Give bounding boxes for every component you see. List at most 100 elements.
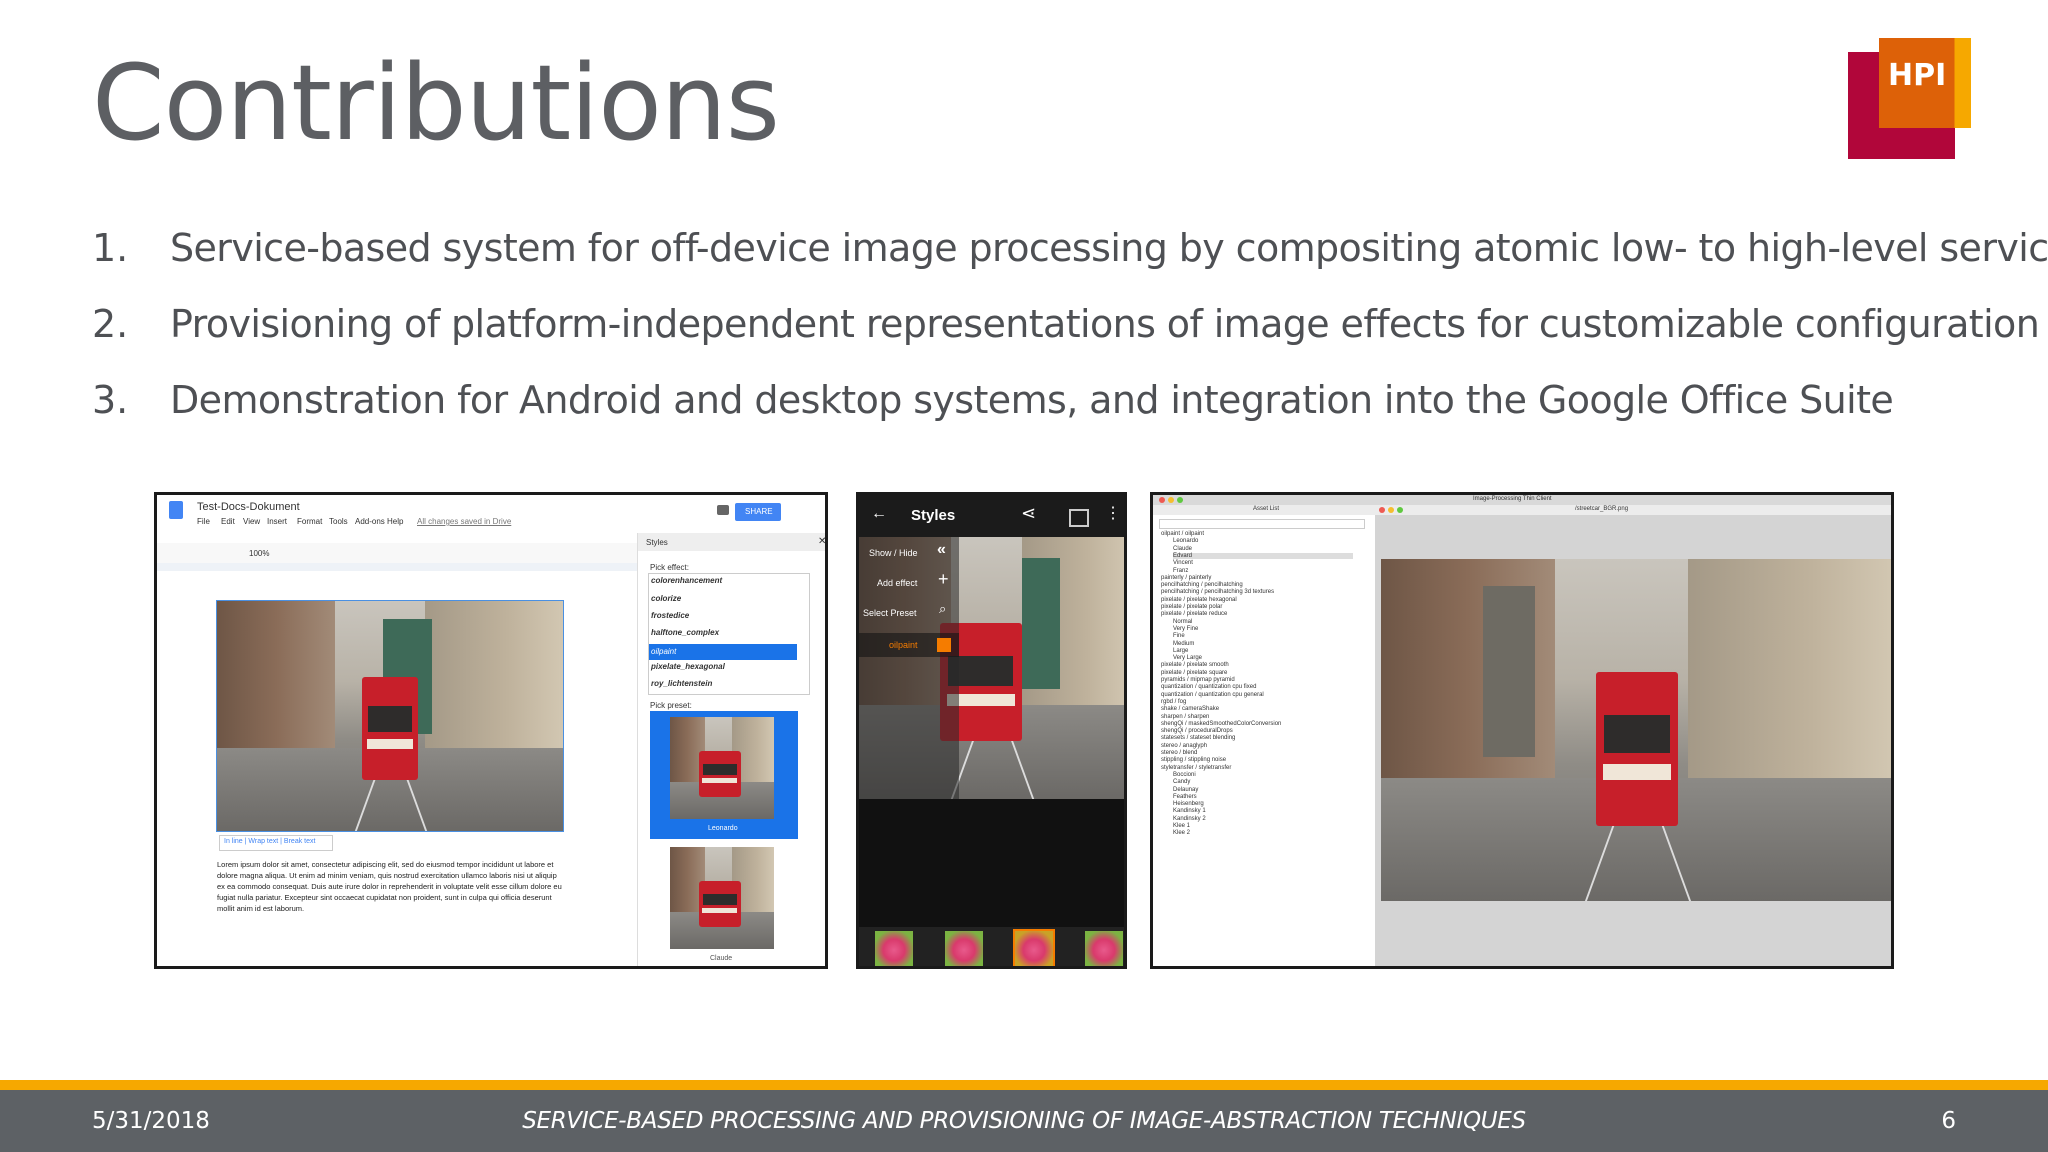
inserted-image[interactable] <box>216 600 564 832</box>
tree-group-item[interactable]: pixelate / pixelate square <box>1161 670 1227 676</box>
docs-icon <box>169 501 183 519</box>
tree-group-item[interactable]: pencilhatching / pencilhatching <box>1161 582 1243 588</box>
menu-view[interactable]: View <box>243 517 260 526</box>
tree-child-item[interactable]: Fine <box>1173 633 1185 639</box>
tree-child-item[interactable]: Vincent <box>1173 560 1193 566</box>
tree-group-item[interactable]: pixelate / pixelate hexagonal <box>1161 597 1237 603</box>
zoom-dot[interactable] <box>1397 507 1403 513</box>
desktop-titlebar: Image-Processing Thin Client <box>1153 495 1891 505</box>
comments-icon[interactable] <box>717 505 729 515</box>
tree-child-item[interactable]: Large <box>1173 648 1188 654</box>
hpi-logo: HPI <box>1848 38 1971 159</box>
close-dot[interactable] <box>1379 507 1385 513</box>
footer-accent-band <box>0 1080 2048 1090</box>
tree-child-item[interactable]: Klee 2 <box>1173 830 1190 836</box>
tree-group-item[interactable]: styletransfer / styletransfer <box>1161 765 1231 771</box>
tree-child-item[interactable]: Boccioni <box>1173 772 1196 778</box>
flower-thumbnail[interactable] <box>945 931 983 966</box>
flower-thumbnail[interactable] <box>875 931 913 966</box>
effect-item[interactable]: roy_lichtenstein <box>651 679 712 688</box>
tree-group-item[interactable]: pixelate / pixelate reduce <box>1161 611 1227 617</box>
flower-thumbnail[interactable] <box>1013 929 1055 966</box>
share-label: SHARE <box>745 507 773 516</box>
zoom-select[interactable]: 100% <box>249 549 269 558</box>
tree-child-item[interactable]: Delaunay <box>1173 787 1198 793</box>
tree-group-item[interactable]: oilpaint / oilpaint <box>1161 531 1204 537</box>
menu-addons[interactable]: Add-ons <box>355 517 385 526</box>
tree-group-item[interactable]: pixelate / pixelate smooth <box>1161 662 1229 668</box>
effects-list[interactable]: colorenhancement colorize frostedice hal… <box>648 573 810 695</box>
tree-group-item[interactable]: pixelate / pixelate polar <box>1161 604 1222 610</box>
pick-effect-label: Pick effect: <box>650 563 689 572</box>
effect-item-selected[interactable]: oilpaint <box>649 644 797 660</box>
tree-child-item[interactable]: Edvard <box>1173 552 1353 559</box>
asset-list-panel: Asset List oilpaint / oilpaint Leonardo Cl… <box>1153 505 1376 966</box>
collapse-icon[interactable]: « <box>937 541 946 559</box>
tree-group-item[interactable]: painterly / painterly <box>1161 575 1211 581</box>
tree-child-item[interactable]: Candy <box>1173 779 1190 785</box>
minimize-dot[interactable] <box>1168 497 1174 503</box>
preset-leonardo[interactable]: Leonardo <box>650 711 798 839</box>
tree-child-item[interactable]: Very Fine <box>1173 626 1198 632</box>
zoom-dot[interactable] <box>1177 497 1183 503</box>
tree-child-item[interactable]: Klee 1 <box>1173 823 1190 829</box>
save-icon[interactable] <box>1069 509 1089 527</box>
asset-search-input[interactable] <box>1159 519 1365 529</box>
asset-list-header: Asset List <box>1153 505 1375 515</box>
tree-group-item[interactable]: shengQi / proceduralDrops <box>1161 728 1233 734</box>
current-effect-row[interactable]: oilpaint <box>859 633 959 657</box>
tree-child-item[interactable]: Very Large <box>1173 655 1202 661</box>
tree-child-item[interactable]: Medium <box>1173 641 1194 647</box>
more-icon[interactable]: ⋮ <box>1105 503 1121 523</box>
menu-help[interactable]: Help <box>387 517 403 526</box>
image-wrap-options[interactable]: In line | Wrap text | Break text <box>219 835 333 851</box>
saved-status[interactable]: All changes saved in Drive <box>417 517 511 526</box>
tree-group-item[interactable]: shake / cameraShake <box>1161 706 1219 712</box>
doc-title[interactable]: Test-Docs-Dokument <box>197 501 300 513</box>
tree-group-item[interactable]: statesets / stateset blending <box>1161 735 1235 741</box>
menu-insert[interactable]: Insert <box>267 517 287 526</box>
share-icon[interactable]: ⋖ <box>1021 503 1036 524</box>
tree-group-item[interactable]: stippling / stippling noise <box>1161 757 1226 763</box>
close-icon[interactable]: ✕ <box>818 536 825 547</box>
close-dot[interactable] <box>1159 497 1165 503</box>
effect-item[interactable]: colorenhancement <box>651 576 722 585</box>
tree-child-item[interactable]: Heisenberg <box>1173 801 1204 807</box>
flower-thumbnail[interactable] <box>1085 931 1123 966</box>
image-file-name: /streetcar_BGR.png <box>1575 506 1629 512</box>
tree-group-item[interactable]: pyramids / mipmap pyramid <box>1161 677 1235 683</box>
tree-group-item[interactable]: rgbd / fog <box>1161 699 1186 705</box>
effect-item[interactable]: colorize <box>651 594 681 603</box>
tree-child-item[interactable]: Claude <box>1173 546 1192 552</box>
tree-child-item[interactable]: Kandinsky 2 <box>1173 816 1206 822</box>
menu-edit[interactable]: Edit <box>221 517 235 526</box>
tree-child-item[interactable]: Normal <box>1173 619 1192 625</box>
processed-image[interactable] <box>1381 559 1891 901</box>
menu-format[interactable]: Format <box>297 517 322 526</box>
tree-child-item[interactable]: Feathers <box>1173 794 1197 800</box>
minimize-dot[interactable] <box>1388 507 1394 513</box>
preset-claude[interactable]: Claude <box>650 843 798 966</box>
effect-item[interactable]: frostedice <box>651 611 689 620</box>
back-arrow-icon[interactable]: ← <box>871 505 887 523</box>
tree-child-item[interactable]: Leonardo <box>1173 538 1198 544</box>
tree-group-item[interactable]: quantization / quantization cpu fixed <box>1161 684 1256 690</box>
image-view-panel: /streetcar_BGR.png <box>1375 505 1891 966</box>
menu-tools[interactable]: Tools <box>329 517 348 526</box>
tree-child-item[interactable]: Kandinsky 1 <box>1173 808 1206 814</box>
tree-group-item[interactable]: pencilhatching / pencilhatching 3d textu… <box>1161 589 1274 595</box>
tree-group-item[interactable]: sharpen / sharpen <box>1161 714 1209 720</box>
asset-tree[interactable]: oilpaint / oilpaint Leonardo Claude Edvard V… <box>1157 531 1361 966</box>
menu-file[interactable]: File <box>197 517 210 526</box>
effect-item[interactable]: pixelate_hexagonal <box>651 662 725 671</box>
tree-group-item[interactable]: quantization / quantization cpu general <box>1161 692 1264 698</box>
share-button[interactable]: SHARE <box>735 503 781 521</box>
tree-group-item[interactable]: stereo / anaglyph <box>1161 743 1207 749</box>
tree-group-item[interactable]: shengQi / maskedSmoothedColorConversion <box>1161 721 1281 727</box>
add-icon[interactable]: + <box>938 569 949 590</box>
tree-child-item[interactable]: Franz <box>1173 568 1188 574</box>
tree-group-item[interactable]: stereo / blend <box>1161 750 1197 756</box>
search-icon[interactable]: ⌕ <box>939 601 946 617</box>
effect-item[interactable]: halftone_complex <box>651 628 719 637</box>
pick-preset-label: Pick preset: <box>650 701 692 710</box>
